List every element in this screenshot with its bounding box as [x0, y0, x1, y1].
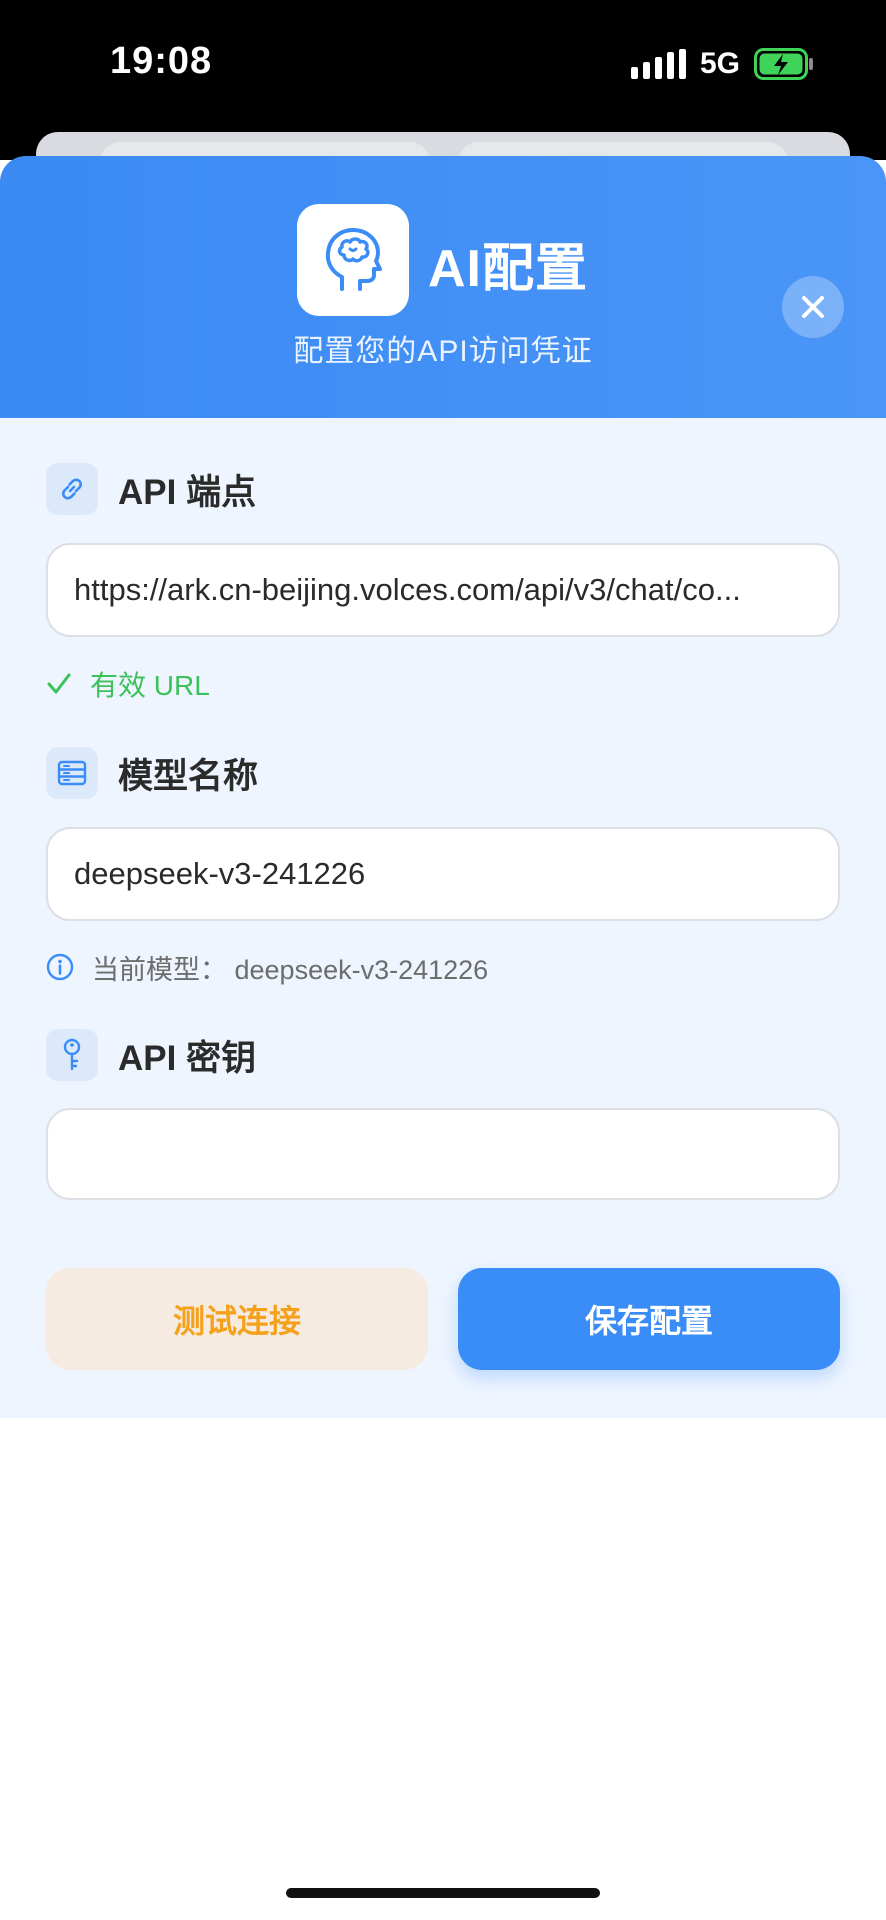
model-value: deepseek-v3-241226 [74, 856, 366, 891]
status-indicators: 5G [630, 46, 814, 82]
close-button[interactable] [782, 276, 844, 338]
status-time: 19:08 [110, 40, 213, 82]
signal-icon [630, 49, 686, 79]
home-indicator [286, 1888, 600, 1898]
info-icon [46, 953, 74, 981]
modal-header: AI配置 配置您的API访问凭证 [0, 156, 886, 418]
endpoint-label: API 端点 [118, 472, 257, 512]
link-icon [46, 463, 98, 515]
model-input[interactable]: deepseek-v3-241226 [46, 827, 840, 921]
endpoint-label-row: API 端点 [46, 462, 256, 516]
validation-text: 有效 URL [90, 670, 210, 701]
check-icon [47, 673, 71, 694]
modal-subtitle: 配置您的API访问凭证 [293, 335, 593, 368]
api-key-label-row: API 密钥 [46, 1028, 256, 1082]
current-model-text: 当前模型： deepseek-v3-241226 [92, 954, 489, 985]
endpoint-value: https://ark.cn-beijing.volces.com/api/v3… [74, 572, 741, 607]
save-config-button[interactable]: 保存配置 [458, 1268, 840, 1370]
key-icon [46, 1029, 98, 1081]
model-label: 模型名称 [118, 756, 259, 796]
model-hint: 当前模型： deepseek-v3-241226 [46, 947, 488, 987]
close-icon [802, 296, 824, 318]
modal-title: AI配置 [428, 240, 589, 298]
endpoint-validation: 有效 URL [46, 664, 210, 704]
endpoint-input[interactable]: https://ark.cn-beijing.volces.com/api/v3… [46, 543, 840, 637]
api-key-input[interactable] [46, 1108, 840, 1200]
network-label: 5G [699, 47, 740, 80]
model-label-row: 模型名称 [46, 746, 258, 800]
brain-head-icon [325, 228, 382, 291]
api-key-label: API 密钥 [118, 1038, 257, 1078]
server-icon [46, 747, 98, 799]
app-icon-tile [297, 204, 409, 316]
battery-charging-icon [754, 48, 813, 80]
test-connection-button[interactable]: 测试连接 [46, 1268, 428, 1370]
